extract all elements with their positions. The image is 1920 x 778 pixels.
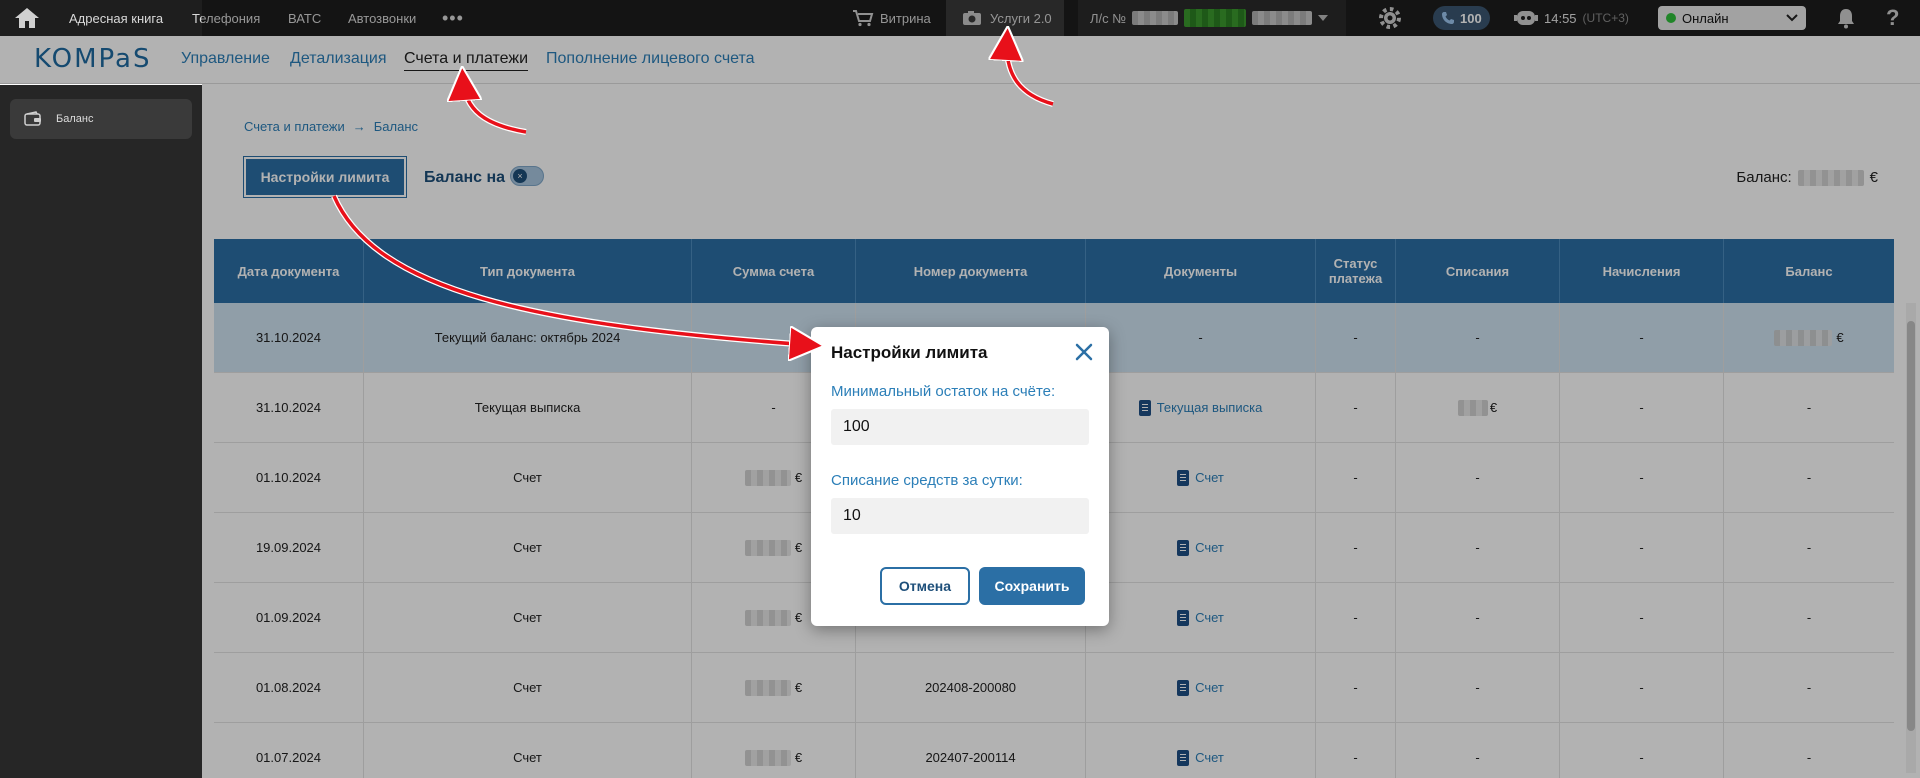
sidebar: Баланс: [0, 85, 202, 778]
daily-charge-input[interactable]: [831, 498, 1089, 534]
min-balance-input[interactable]: [831, 409, 1089, 445]
close-icon[interactable]: [1073, 341, 1095, 363]
dialog-title: Настройки лимита: [831, 343, 988, 362]
save-button[interactable]: Сохранить: [979, 567, 1085, 605]
modal-overlay-header[interactable]: [0, 36, 202, 84]
sidebar-item-balance[interactable]: Баланс: [10, 99, 192, 139]
cancel-button[interactable]: Отмена: [880, 567, 970, 605]
wallet-icon: [24, 111, 41, 126]
limit-settings-dialog: Настройки лимита Минимальный остаток на …: [811, 327, 1109, 626]
home-icon[interactable]: [12, 0, 42, 36]
min-balance-label: Минимальный остаток на счёте:: [831, 383, 1056, 400]
sidebar-item-label: Баланс: [56, 113, 94, 125]
daily-charge-label: Списание средств за сутки:: [831, 472, 1023, 489]
nav-address-book[interactable]: Адресная книга: [69, 11, 163, 26]
